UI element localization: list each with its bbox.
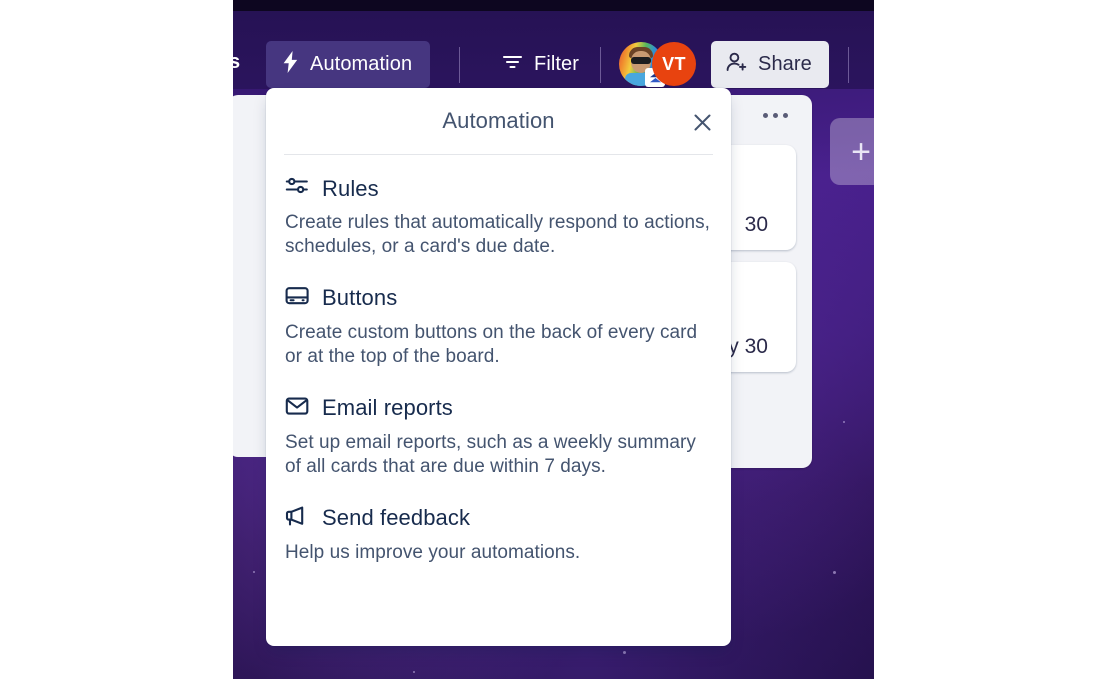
megaphone-icon: [285, 505, 310, 532]
add-list-button[interactable]: +: [830, 118, 874, 185]
filter-button-label: Filter: [534, 53, 580, 75]
automation-section-rules[interactable]: Rules Create rules that automatically re…: [285, 175, 712, 259]
header-divider: [848, 47, 849, 83]
section-description: Create rules that automatically respond …: [285, 212, 710, 257]
popup-title: Automation: [442, 108, 555, 133]
app-viewport: 30 y 30 + s Automation Filter VT Share A…: [233, 0, 874, 679]
share-button[interactable]: Share: [711, 41, 829, 88]
section-description: Create custom buttons on the back of eve…: [285, 321, 698, 367]
envelope-icon: [285, 395, 310, 422]
avatar[interactable]: VT: [652, 42, 696, 86]
filter-button[interactable]: Filter: [488, 41, 593, 88]
board-header: s Automation Filter VT Share: [233, 11, 874, 89]
automation-section-buttons[interactable]: Buttons Create custom buttons on the bac…: [285, 285, 712, 369]
close-icon[interactable]: [685, 105, 719, 139]
board-button-icon: [285, 285, 310, 312]
section-description: Help us improve your automations.: [285, 541, 581, 563]
more-options-icon[interactable]: [763, 113, 788, 118]
header-divider: [459, 47, 460, 83]
automation-popup-header: Automation: [266, 88, 731, 154]
automation-section-send-feedback[interactable]: Send feedback Help us improve your autom…: [285, 505, 712, 565]
automation-popup-body: Rules Create rules that automatically re…: [266, 155, 731, 565]
automation-popup: Automation Rules Create rules that autom…: [266, 88, 731, 646]
plus-icon: +: [851, 132, 871, 171]
section-title: Buttons: [322, 285, 398, 311]
section-title: Rules: [322, 175, 379, 201]
board-card-text: y 30: [728, 335, 768, 358]
screenshot-canvas: 30 y 30 + s Automation Filter VT Share A…: [0, 0, 1107, 679]
automation-button[interactable]: Automation: [266, 41, 431, 88]
board-header-truncated-label: s: [233, 51, 241, 73]
section-title: Email reports: [322, 395, 453, 421]
person-add-icon: [726, 51, 748, 78]
automation-section-email-reports[interactable]: Email reports Set up email reports, such…: [285, 395, 712, 479]
sliders-icon: [285, 175, 310, 202]
filter-icon: [502, 53, 523, 76]
header-divider: [600, 47, 601, 83]
board-card-text: 30: [744, 213, 768, 236]
section-title: Send feedback: [322, 505, 471, 531]
lightning-bolt-icon: [281, 50, 300, 79]
browser-chrome-strip: [233, 0, 874, 11]
share-button-label: Share: [758, 53, 812, 75]
automation-button-label: Automation: [310, 53, 413, 75]
section-description: Set up email reports, such as a weekly s…: [285, 431, 696, 477]
